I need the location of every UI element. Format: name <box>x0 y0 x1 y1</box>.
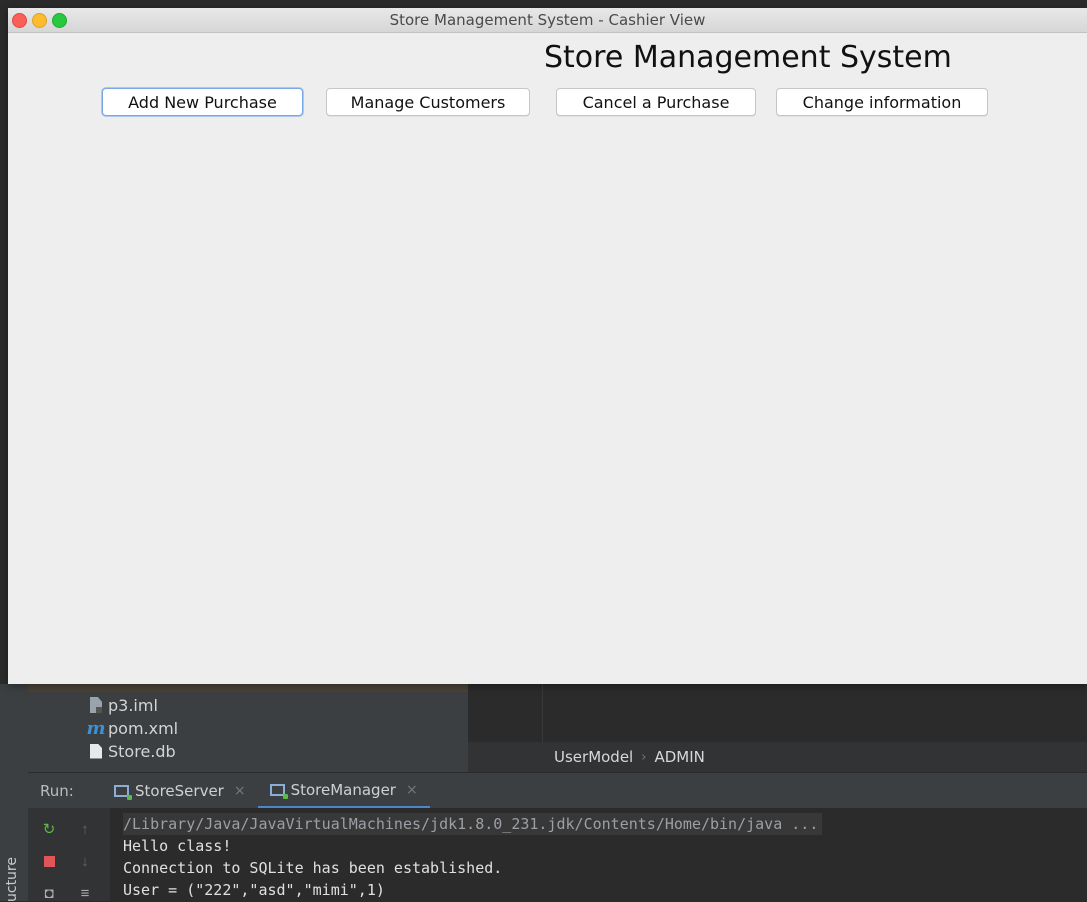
camera-icon[interactable]: ◘ <box>40 884 58 902</box>
arrow-up-icon[interactable]: ↑ <box>76 820 94 838</box>
project-file-iml[interactable]: p3.iml <box>88 694 158 716</box>
window-title: Store Management System - Cashier View <box>389 11 706 29</box>
project-file-db[interactable]: Store.db <box>88 740 176 762</box>
soft-wrap-icon[interactable]: ≡ <box>76 884 94 902</box>
structure-side-tab[interactable]: ucture <box>4 852 24 902</box>
add-new-purchase-button[interactable]: Add New Purchase <box>102 88 303 116</box>
maven-icon: m <box>86 717 106 739</box>
run-tab-storemanager[interactable]: StoreManager × <box>257 773 430 809</box>
db-file-icon <box>88 742 104 760</box>
console-line: Hello class! <box>123 837 232 855</box>
run-label: Run: <box>40 782 74 800</box>
close-window-icon[interactable] <box>12 13 27 28</box>
project-tree-selected-row <box>28 684 468 692</box>
run-config-icon <box>114 785 132 800</box>
change-information-button[interactable]: Change information <box>776 88 988 116</box>
close-icon[interactable]: × <box>406 782 418 798</box>
chevron-right-icon: › <box>641 749 647 765</box>
breadcrumb: UserModel › ADMIN <box>468 742 1087 772</box>
app-window: Store Management System - Cashier View S… <box>8 8 1087 684</box>
run-config-icon <box>269 783 288 799</box>
console-line: /Library/Java/JavaVirtualMachines/jdk1.8… <box>123 813 823 835</box>
console-line: User = ("222","asd","mimi",1) <box>123 881 385 899</box>
stop-icon[interactable] <box>40 852 58 870</box>
window-titlebar[interactable]: Store Management System - Cashier View <box>8 8 1087 33</box>
file-name: pom.xml <box>108 718 179 738</box>
page-title: Store Management System <box>544 40 952 75</box>
editor-gutter-line <box>542 684 543 742</box>
run-tool-bar: Run: StoreServer × StoreManager × <box>28 772 1087 809</box>
run-tab-storeserver[interactable]: StoreServer × <box>102 773 258 809</box>
arrow-down-icon[interactable]: ↓ <box>76 852 94 870</box>
console-text: /Library/Java/JavaVirtualMachines/jdk1.8… <box>123 813 823 901</box>
breadcrumb-item-class[interactable]: UserModel <box>554 748 633 766</box>
breadcrumb-item-member[interactable]: ADMIN <box>654 748 704 766</box>
maximize-window-icon[interactable] <box>52 13 67 28</box>
close-icon[interactable]: × <box>234 783 246 799</box>
run-tab-label: StoreManager <box>290 780 396 799</box>
iml-file-icon <box>88 696 104 714</box>
run-tab-label: StoreServer <box>135 782 224 800</box>
file-name: Store.db <box>108 741 176 761</box>
manage-customers-button[interactable]: Manage Customers <box>326 88 530 116</box>
console-line: Connection to SQLite has been establishe… <box>123 859 503 877</box>
project-file-pom[interactable]: m pom.xml <box>86 717 179 739</box>
rerun-icon[interactable]: ↻ <box>40 820 58 838</box>
console-toolbar: ↻ ↑ ↓ ◘ ≡ <box>28 808 110 902</box>
minimize-window-icon[interactable] <box>32 13 47 28</box>
cancel-purchase-button[interactable]: Cancel a Purchase <box>556 88 756 116</box>
file-name: p3.iml <box>108 695 158 715</box>
